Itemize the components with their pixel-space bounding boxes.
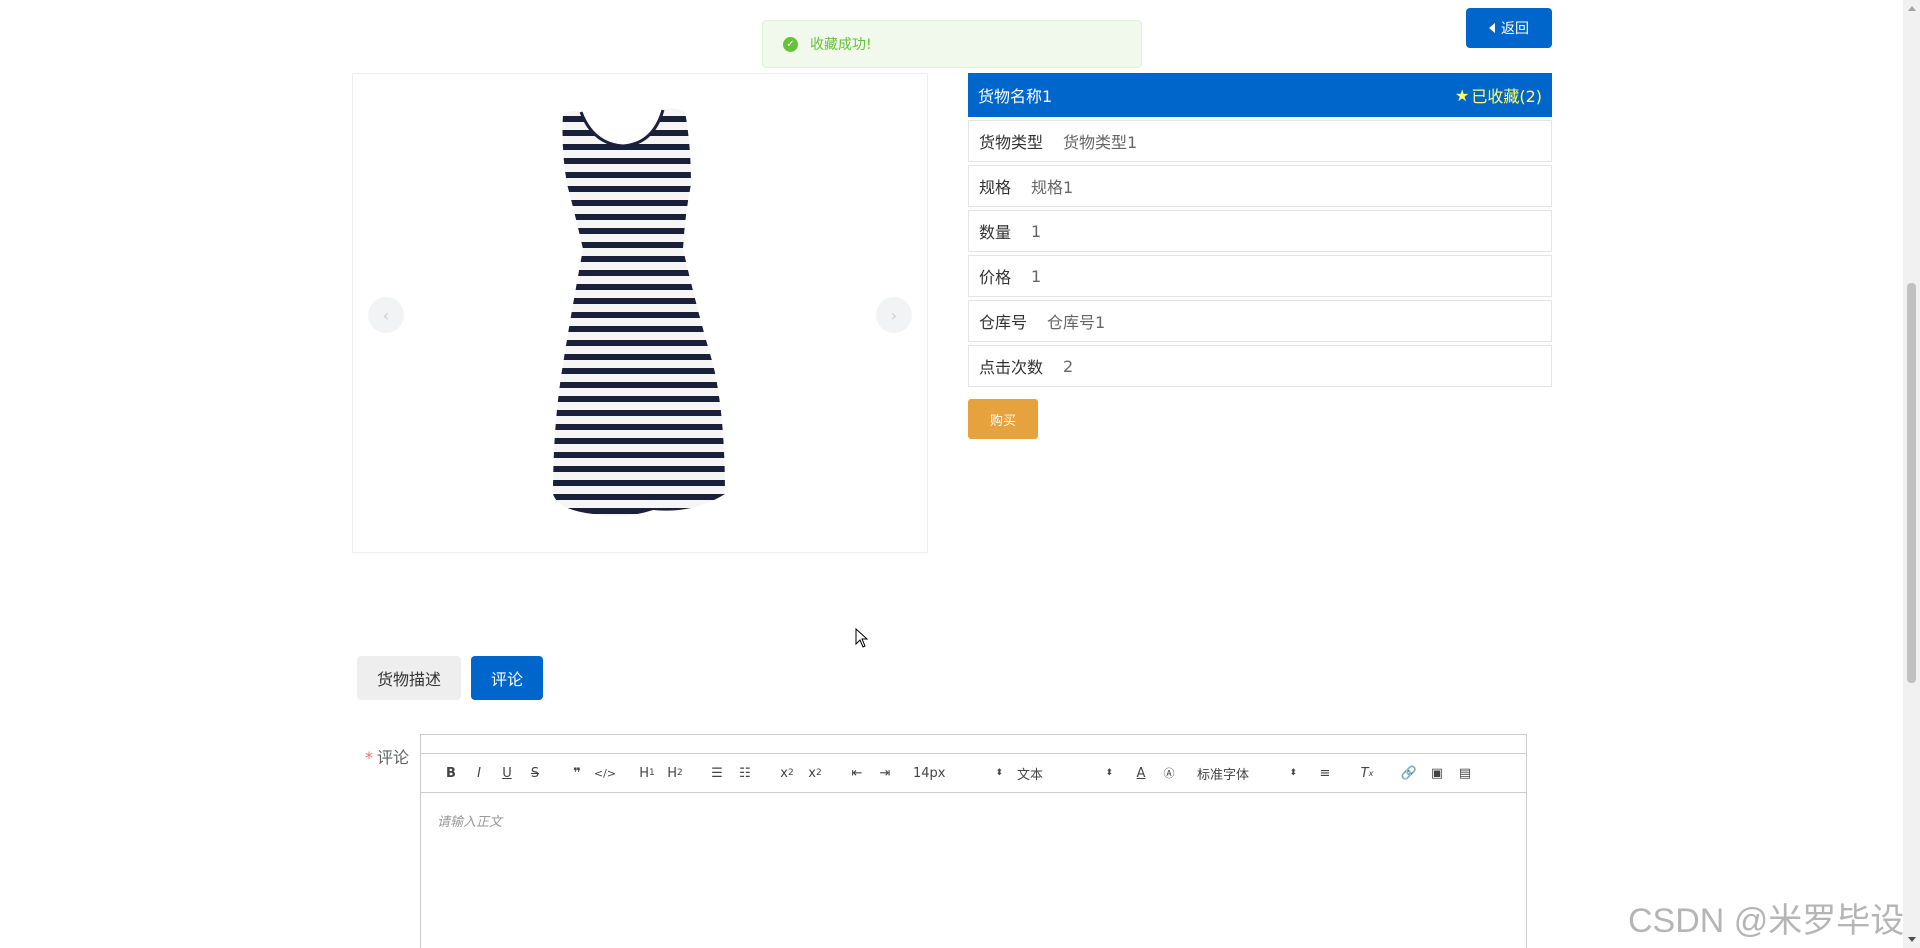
product-image-carousel: ‹ › <box>352 73 928 553</box>
scroll-up-arrow-icon[interactable] <box>1908 6 1916 11</box>
superscript-icon[interactable]: x2 <box>801 761 829 785</box>
back-button[interactable]: 返回 <box>1466 8 1552 48</box>
check-circle-icon: ✓ <box>783 36 798 52</box>
strikethrough-icon[interactable]: S <box>521 761 549 785</box>
rich-text-editor: B I U S ❞ </> H1 H2 ☰ ☷ x2 x2 ⇤ ⇥ 14px ⬍… <box>420 734 1527 948</box>
scrollbar-thumb[interactable] <box>1907 283 1916 683</box>
underline-icon[interactable]: U <box>493 761 521 785</box>
editor-toolbar: B I U S ❞ </> H1 H2 ☰ ☷ x2 x2 ⇤ ⇥ 14px ⬍… <box>421 753 1526 793</box>
field-label: 仓库号 <box>979 313 1028 332</box>
field-value: 1 <box>1031 221 1042 241</box>
indent-icon[interactable]: ⇥ <box>871 761 899 785</box>
field-row-spec: 规格 规格1 <box>968 165 1552 207</box>
clear-format-icon[interactable]: Tx <box>1353 761 1381 785</box>
bullet-list-icon[interactable]: ☷ <box>731 761 759 785</box>
background-color-icon[interactable]: Ⓐ <box>1155 761 1183 785</box>
paragraph-value: 文本 <box>1017 767 1044 783</box>
field-label: 价格 <box>979 268 1012 287</box>
back-button-label: 返回 <box>1501 21 1529 37</box>
font-size-select[interactable]: 14px ⬍ <box>913 761 1003 785</box>
carousel-next-button[interactable]: › <box>876 297 912 333</box>
field-row-warehouse: 仓库号 仓库号1 <box>968 300 1552 342</box>
link-icon[interactable]: 🔗 <box>1395 761 1423 785</box>
outdent-icon[interactable]: ⇤ <box>843 761 871 785</box>
ordered-list-icon[interactable]: ☰ <box>703 761 731 785</box>
buy-button[interactable]: 购买 <box>968 399 1038 439</box>
page: ✓ 收藏成功! 返回 ‹ › 货物名称1 ★ 已收藏(2) 货物类型 货物类型1… <box>0 0 1920 948</box>
field-label: 数量 <box>979 223 1012 242</box>
select-arrows-icon: ⬍ <box>1105 768 1113 778</box>
editor-body[interactable]: 请输入正文 <box>437 811 502 830</box>
select-arrows-icon: ⬍ <box>1289 768 1297 778</box>
product-name: 货物名称1 <box>978 87 1053 106</box>
tab-comments[interactable]: 评论 <box>471 656 544 700</box>
product-info-panel: 货物名称1 ★ 已收藏(2) 货物类型 货物类型1 规格 规格1 数量 1 价格… <box>968 73 1552 439</box>
tab-description[interactable]: 货物描述 <box>357 656 462 700</box>
field-value: 仓库号1 <box>1047 313 1106 332</box>
star-icon: ★ <box>1454 85 1470 105</box>
font-size-value: 14px <box>913 765 946 781</box>
page-scrollbar[interactable] <box>1903 0 1920 948</box>
subscript-icon[interactable]: x2 <box>773 761 801 785</box>
comment-label-text: 评论 <box>377 748 410 767</box>
field-value: 规格1 <box>1031 178 1074 197</box>
field-value: 货物类型1 <box>1063 133 1138 152</box>
field-row-clicks: 点击次数 2 <box>968 345 1552 387</box>
align-icon[interactable]: ≡ <box>1311 761 1339 785</box>
favorite-button[interactable]: ★ 已收藏(2) <box>1455 83 1542 107</box>
code-icon[interactable]: </> <box>591 761 619 785</box>
field-row-type: 货物类型 货物类型1 <box>968 120 1552 162</box>
font-family-select[interactable]: 标准字体 ⬍ <box>1197 761 1297 785</box>
field-label: 点击次数 <box>979 358 1044 377</box>
image-icon[interactable]: ▣ <box>1423 761 1451 785</box>
required-mark: * <box>365 748 373 767</box>
watermark: CSDN @米罗毕设 <box>1628 902 1905 940</box>
product-title-bar: 货物名称1 ★ 已收藏(2) <box>968 73 1552 117</box>
carousel-prev-button[interactable]: ‹ <box>368 297 404 333</box>
font-family-value: 标准字体 <box>1197 767 1250 783</box>
product-image <box>553 108 725 517</box>
success-toast: ✓ 收藏成功! <box>762 20 1142 68</box>
select-arrows-icon: ⬍ <box>995 768 1003 778</box>
blockquote-icon[interactable]: ❞ <box>563 761 591 785</box>
paragraph-select[interactable]: 文本 ⬍ <box>1017 761 1113 785</box>
toast-message: 收藏成功! <box>810 37 872 53</box>
bold-icon[interactable]: B <box>437 761 465 785</box>
font-color-icon[interactable]: A <box>1127 761 1155 785</box>
video-icon[interactable]: ▤ <box>1451 761 1479 785</box>
comment-label: * 评论 <box>365 744 409 768</box>
field-value: 1 <box>1031 266 1042 286</box>
header1-icon[interactable]: H1 <box>633 761 661 785</box>
field-label: 货物类型 <box>979 133 1044 152</box>
header2-icon[interactable]: H2 <box>661 761 689 785</box>
field-label: 规格 <box>979 178 1012 197</box>
detail-tabs: 货物描述 评论 <box>357 656 544 700</box>
italic-icon[interactable]: I <box>465 761 493 785</box>
mouse-cursor-icon <box>855 628 869 648</box>
scroll-down-arrow-icon[interactable] <box>1908 937 1916 942</box>
field-row-quantity: 数量 1 <box>968 210 1552 252</box>
field-value: 2 <box>1063 356 1074 376</box>
field-row-price: 价格 1 <box>968 255 1552 297</box>
caret-left-icon <box>1489 23 1495 33</box>
favorite-label: 已收藏(2) <box>1471 87 1542 106</box>
